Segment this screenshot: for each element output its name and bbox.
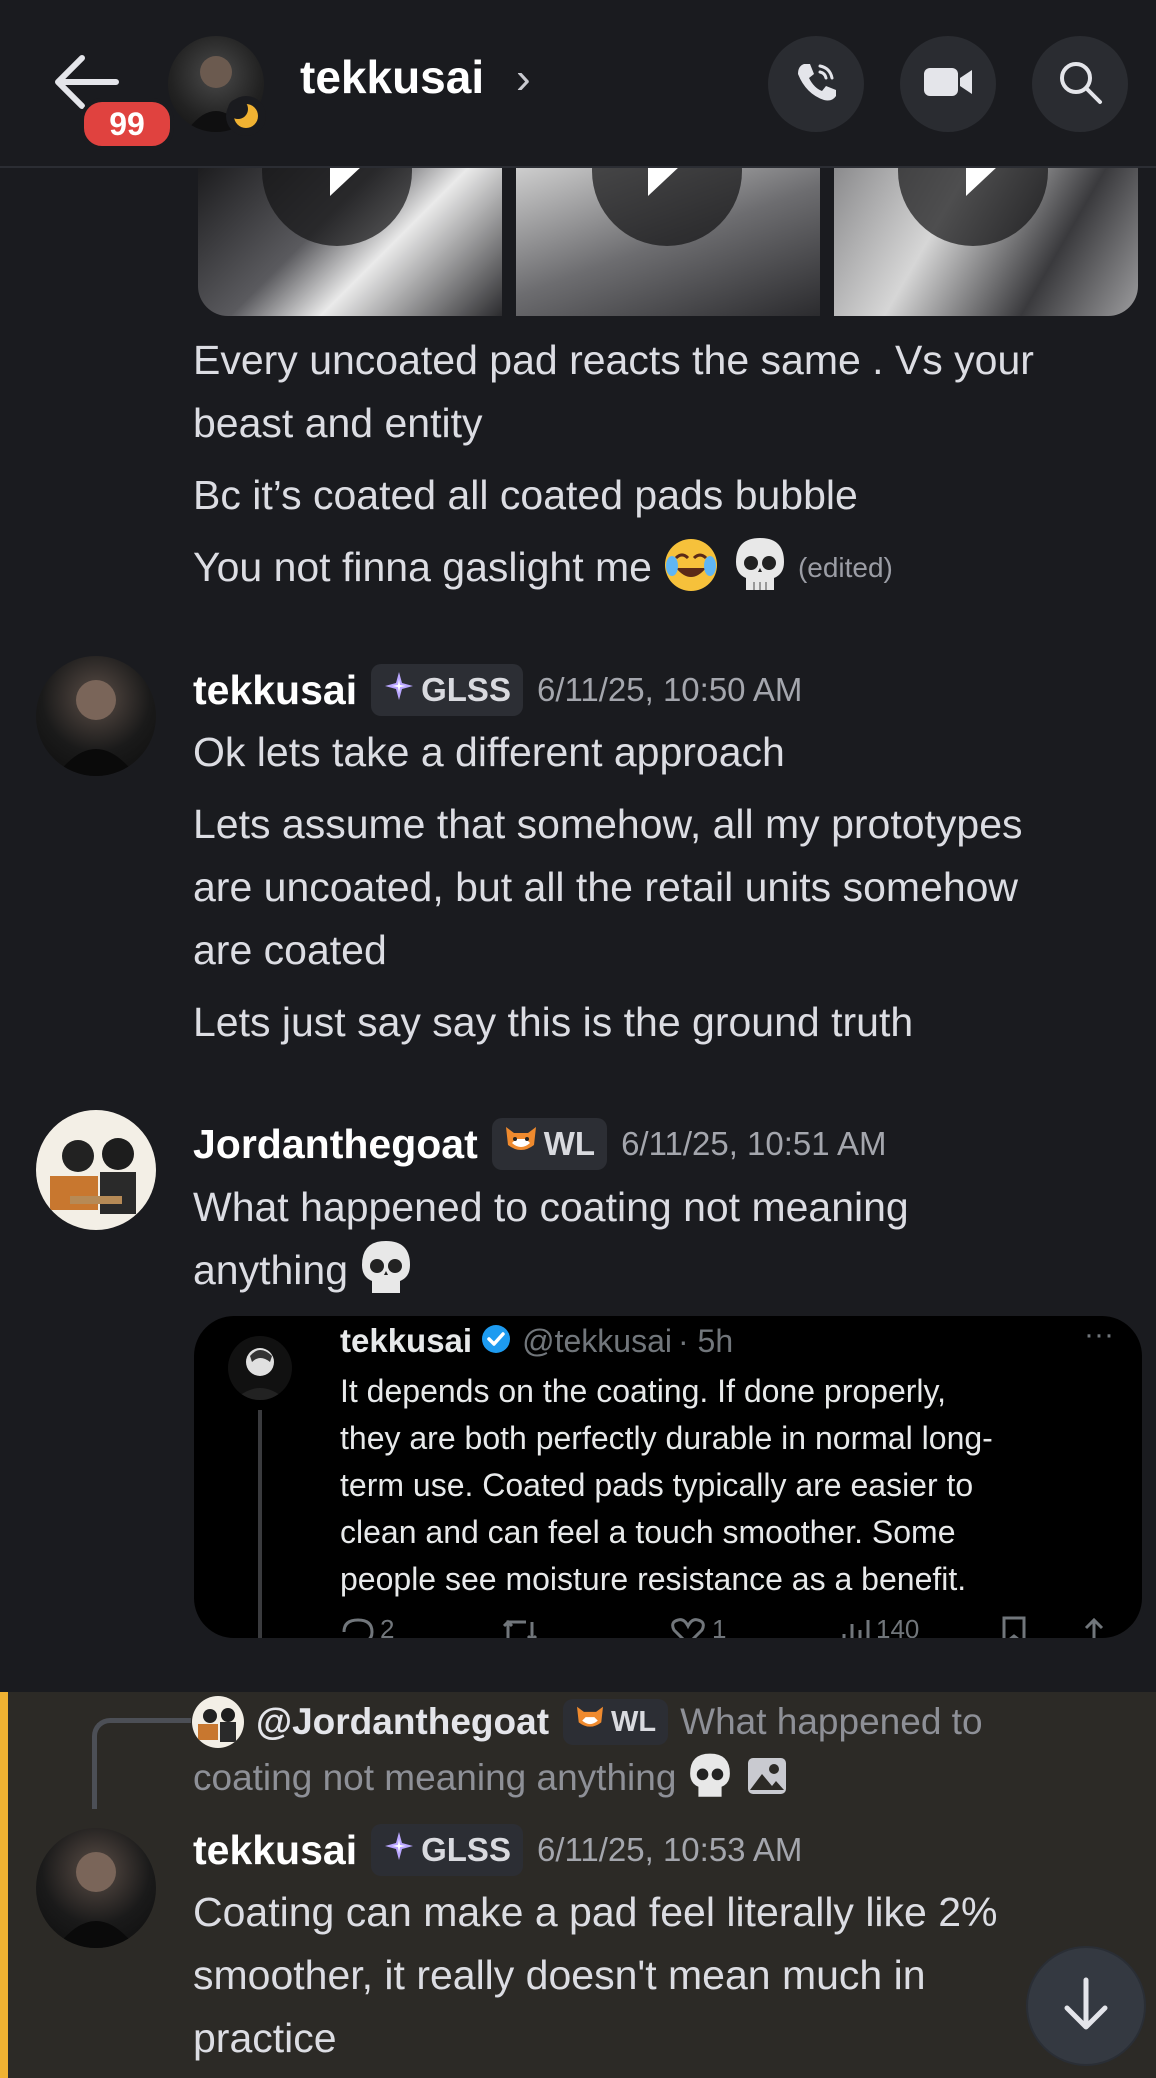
message-line: smoother, it really doesn't mean much in — [193, 1952, 926, 1998]
like-count: 1 — [712, 1614, 727, 1638]
phone-icon — [792, 58, 840, 111]
reply-ref-avatar[interactable] — [192, 1696, 244, 1748]
idle-moon-cutout — [228, 99, 248, 119]
avatar[interactable] — [36, 656, 156, 776]
message-line: Coating can make a pad feel literally li… — [193, 1889, 998, 1935]
message-line: Lets just say say this is the ground tru… — [193, 999, 914, 1045]
reply-connector — [92, 1718, 191, 1809]
thread-line — [258, 1410, 262, 1638]
voice-call-button[interactable] — [768, 36, 864, 132]
jump-to-bottom-button[interactable] — [1026, 1946, 1146, 2066]
reply-reference-line-2[interactable]: coating not meaning anything — [193, 1752, 788, 1804]
video-thumbnail-3[interactable] — [834, 166, 1138, 316]
verified-icon — [480, 1323, 512, 1360]
joy-emoji-icon — [662, 536, 720, 599]
tweet-age: · 5h — [677, 1322, 734, 1359]
tweet-line: they are both perfectly durable in norma… — [340, 1420, 993, 1456]
username[interactable]: tekkusai — [193, 1827, 357, 1874]
tweet-handle[interactable]: @tekkusai — [522, 1323, 672, 1360]
unread-badge: 99 — [80, 98, 174, 150]
server-tag: WL — [563, 1699, 669, 1745]
play-icon — [330, 166, 362, 196]
message-line: Every uncoated pad reacts the same . Vs … — [193, 337, 1034, 383]
tweet-actions: 2 1 140 — [340, 1614, 1140, 1638]
retweet-icon[interactable] — [500, 1616, 540, 1638]
skull-emoji-icon — [688, 1752, 732, 1805]
message-text: anything — [193, 1247, 349, 1293]
mention-bar — [0, 1692, 8, 2078]
message-line-with-emoji: anything — [193, 1239, 412, 1302]
video-call-button[interactable] — [900, 36, 996, 132]
tag-label: WL — [611, 1705, 657, 1738]
avatar[interactable] — [36, 1828, 156, 1948]
message-line: practice — [193, 2015, 337, 2061]
arrow-down-icon — [1061, 1976, 1111, 2037]
reply-ref-text: What happened to — [680, 1701, 983, 1742]
message-line: Lets assume that somehow, all my prototy… — [193, 801, 1023, 847]
tweet-line: term use. Coated pads typically are easi… — [340, 1467, 974, 1503]
like-icon[interactable] — [670, 1616, 706, 1638]
channel-title[interactable]: tekkusai — [300, 50, 484, 104]
server-tag[interactable]: GLSS — [371, 1824, 523, 1876]
reply-ref-author[interactable]: @Jordanthegoat — [256, 1701, 549, 1743]
username[interactable]: tekkusai — [193, 667, 357, 714]
fox-icon — [504, 1125, 538, 1163]
message-text: You not finna gaslight me — [193, 544, 652, 590]
video-camera-icon — [922, 62, 974, 107]
reply-icon[interactable] — [340, 1616, 376, 1638]
message-line: are coated — [193, 927, 387, 973]
image-icon — [746, 1756, 788, 1801]
views-count: 140 — [876, 1614, 920, 1638]
timestamp: 6/11/25, 10:50 AM — [536, 671, 803, 708]
tweet-body: It depends on the coating. If done prope… — [340, 1368, 993, 1603]
tag-label: WL — [543, 1125, 596, 1162]
tag-label: GLSS — [421, 671, 511, 708]
skull-emoji-icon — [734, 536, 786, 599]
fox-icon — [575, 1705, 605, 1739]
play-icon — [648, 166, 680, 196]
video-thumbnail-1[interactable] — [198, 166, 502, 316]
message-line: beast and entity — [193, 400, 483, 446]
sparkle-icon — [383, 1830, 415, 1870]
video-thumbnail-2[interactable] — [516, 166, 820, 316]
avatar[interactable] — [36, 1110, 156, 1230]
skull-emoji-icon — [360, 1239, 412, 1302]
message-header: tekkusai GLSS 6/11/25, 10:50 AM — [193, 664, 802, 716]
message-line: are uncoated, but all the retail units s… — [193, 864, 1019, 910]
search-icon — [1056, 58, 1104, 111]
timestamp: 6/11/25, 10:53 AM — [536, 1831, 803, 1868]
reply-count: 2 — [380, 1614, 395, 1638]
tweet-avatar[interactable] — [228, 1336, 292, 1400]
message-header: tekkusai GLSS 6/11/25, 10:53 AM — [193, 1824, 802, 1876]
chat-header: 99 tekkusai › — [0, 0, 1156, 168]
message-line: What happened to coating not meaning — [193, 1184, 909, 1230]
message-line-with-emoji: You not finna gaslight me (edited) — [193, 536, 893, 599]
server-tag[interactable]: GLSS — [371, 664, 523, 716]
tweet-embed[interactable]: tekkusai @tekkusai · 5h ··· It depends o… — [194, 1316, 1142, 1638]
tweet-line: It depends on the coating. If done prope… — [340, 1373, 947, 1409]
views-icon[interactable] — [840, 1616, 870, 1638]
timestamp: 6/11/25, 10:51 AM — [621, 1125, 887, 1162]
tweet-author[interactable]: tekkusai — [340, 1322, 472, 1360]
reply-ref-text: coating not meaning anything — [193, 1757, 677, 1798]
sparkle-icon — [383, 670, 415, 710]
tweet-header: tekkusai @tekkusai · 5h — [340, 1322, 733, 1360]
edited-label: (edited) — [797, 551, 893, 583]
search-button[interactable] — [1032, 36, 1128, 132]
bookmark-icon[interactable] — [1000, 1616, 1028, 1638]
tweet-line: clean and can feel a touch smoother. Som… — [340, 1514, 956, 1550]
message-header: Jordanthegoat WL 6/11/25, 10:51 AM — [193, 1118, 886, 1170]
chevron-right-icon[interactable]: › — [516, 54, 531, 104]
tweet-line: people see moisture resistance as a bene… — [340, 1561, 967, 1597]
more-options-icon[interactable]: ··· — [1084, 1318, 1114, 1352]
message-line: Ok lets take a different approach — [193, 729, 785, 775]
share-icon[interactable] — [1080, 1616, 1108, 1638]
server-tag[interactable]: WL — [491, 1118, 608, 1170]
username[interactable]: Jordanthegoat — [193, 1121, 478, 1168]
reply-reference[interactable]: @Jordanthegoat WL What happened to — [256, 1696, 983, 1748]
message-line: Bc it’s coated all coated pads bubble — [193, 472, 858, 518]
tag-label: GLSS — [421, 1831, 511, 1868]
play-icon — [966, 166, 998, 196]
